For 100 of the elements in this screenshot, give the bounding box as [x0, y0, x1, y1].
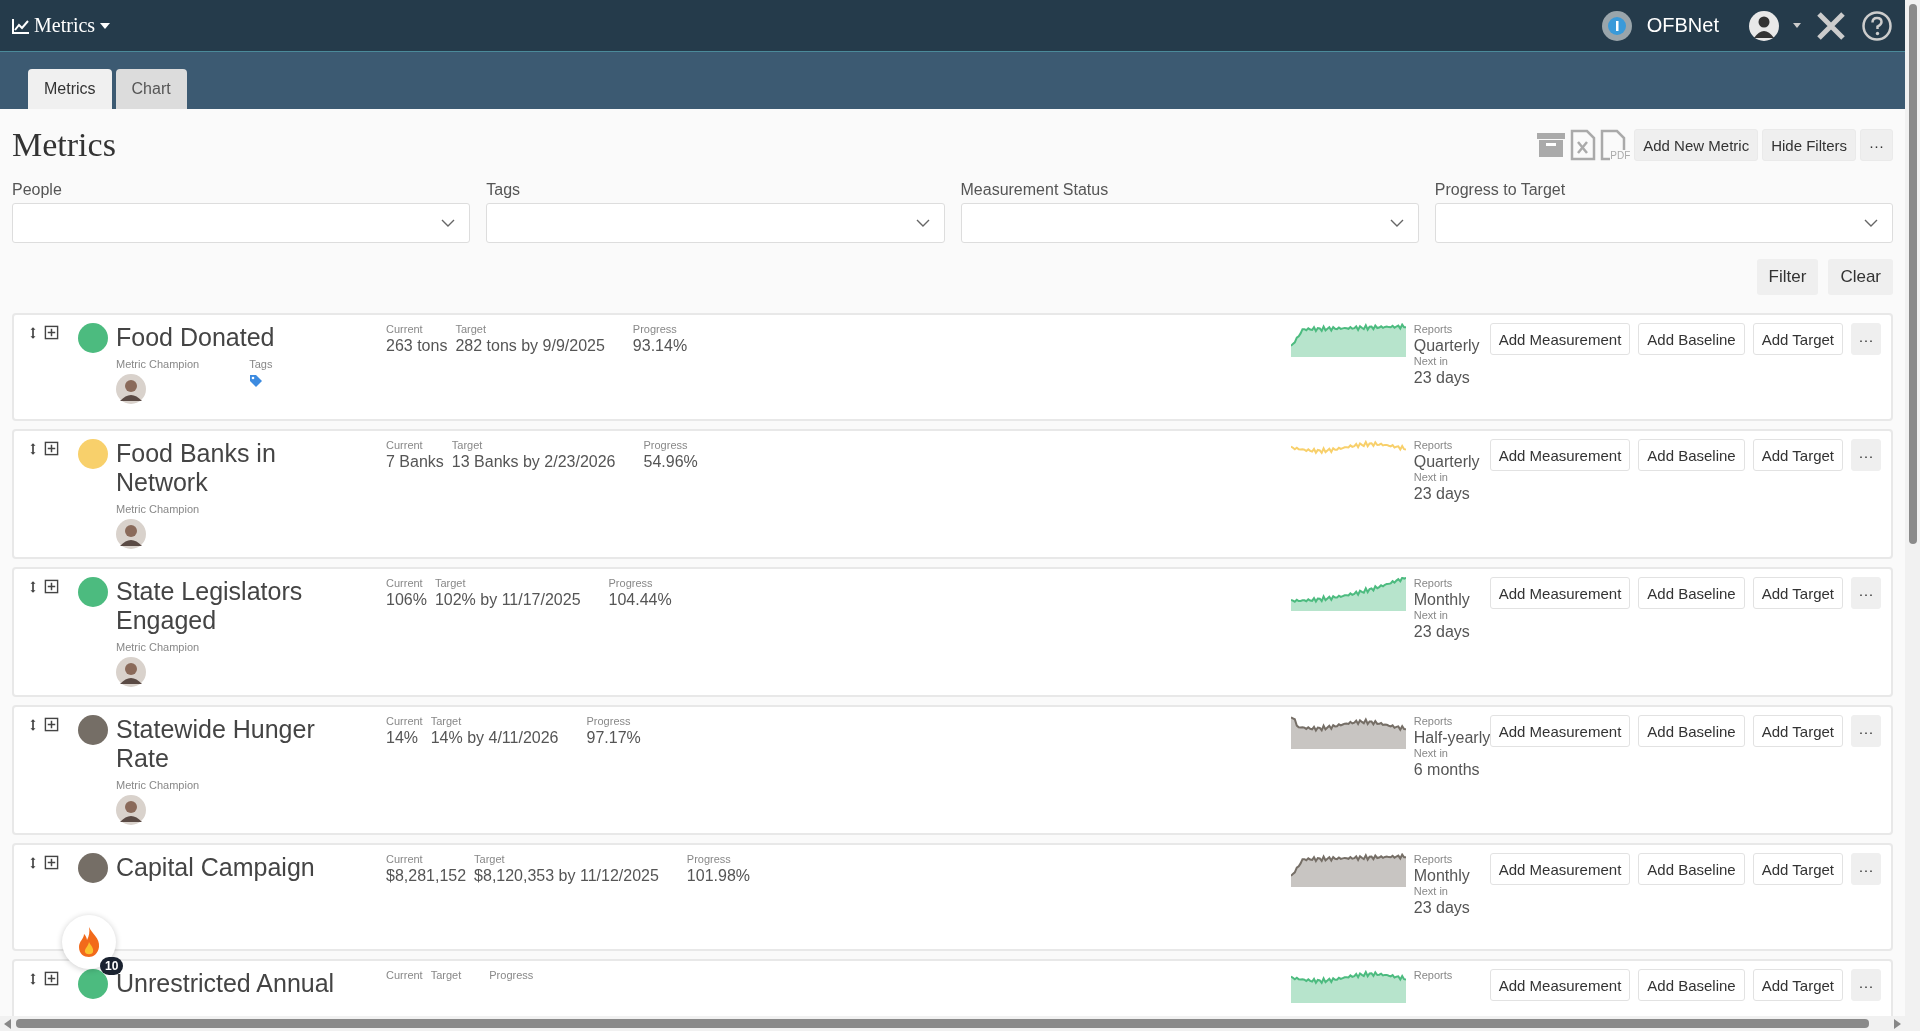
organization-name: OFBNet	[1646, 14, 1719, 37]
row-action-button[interactable]: Add Baseline	[1638, 969, 1745, 1001]
avatar-icon	[116, 657, 146, 687]
field-label: Next in	[1413, 885, 1449, 897]
field-label: Progress	[632, 323, 678, 335]
scrollbar-thumb[interactable]	[16, 1019, 1869, 1028]
excel-icon[interactable]	[1570, 129, 1597, 161]
filter-button[interactable]: Clear	[1828, 259, 1893, 295]
metric-name[interactable]: Statewide Hunger Rate	[116, 715, 366, 773]
row-action-button[interactable]: Add Measurement	[1489, 715, 1631, 747]
row-action-button[interactable]: Add Target	[1752, 969, 1843, 1001]
row-action-button[interactable]: Add Baseline	[1638, 439, 1745, 471]
field-label: Next in	[1413, 471, 1449, 483]
expand-icon	[44, 971, 59, 986]
row-action-button[interactable]: Add Measurement	[1489, 577, 1631, 609]
field-label: Reports	[1413, 715, 1454, 727]
page-title: Metrics	[12, 126, 116, 164]
field-value: Quarterly	[1413, 337, 1481, 355]
tag-icon[interactable]	[249, 374, 264, 388]
more-button[interactable]: ···	[1851, 969, 1881, 1001]
badge-icon[interactable]	[1600, 9, 1633, 42]
toolbar-button[interactable]: Add New Metric	[1634, 129, 1759, 161]
field-label: Current	[386, 323, 424, 335]
more-button[interactable]: ···	[1851, 715, 1881, 747]
expand-icon	[44, 325, 59, 340]
field-label: Reports	[1413, 969, 1454, 981]
field-value: 23 days	[1413, 899, 1471, 917]
row-action-button[interactable]: Add Target	[1752, 853, 1843, 885]
more-button[interactable]: ···	[1851, 323, 1881, 355]
reorder-icon	[28, 855, 38, 871]
expand-icon	[44, 855, 59, 870]
reorder-icon	[28, 441, 38, 457]
field-label: Target	[455, 323, 487, 335]
row-action-button[interactable]: Add Target	[1752, 577, 1843, 609]
row-action-button[interactable]: Add Measurement	[1489, 323, 1631, 355]
row-action-button[interactable]: Add Measurement	[1489, 439, 1631, 471]
field-value: Half-yearly	[1413, 729, 1490, 747]
chevron-icon	[441, 219, 456, 227]
row-action-button[interactable]: Add Target	[1752, 439, 1843, 471]
metric-name[interactable]: Capital Campaign	[116, 853, 366, 882]
field-value: 102% by 11/17/2025	[434, 591, 581, 609]
expand-icon	[44, 441, 59, 456]
toolbar-button[interactable]: Hide Filters	[1762, 129, 1856, 161]
flame-icon	[76, 926, 102, 958]
row-action-button[interactable]: Add Baseline	[1638, 715, 1745, 747]
scrollbar-thumb[interactable]	[1908, 4, 1917, 544]
field-label: Target	[434, 577, 467, 589]
row-action-button[interactable]: Add Target	[1752, 323, 1843, 355]
row-action-button[interactable]: Add Target	[1752, 715, 1843, 747]
field-value: Monthly	[1413, 867, 1471, 885]
help-icon[interactable]	[1861, 9, 1893, 42]
filter-label: Tags	[486, 181, 522, 199]
filter-button[interactable]: Filter	[1756, 259, 1819, 295]
metric-name[interactable]: Food Banks in Network	[116, 439, 366, 497]
filter-label: Progress to Target	[1434, 181, 1567, 199]
row-action-button[interactable]: Add Baseline	[1638, 853, 1745, 885]
chevron-icon	[1864, 219, 1878, 227]
field-value: 13 Banks by 2/23/2026	[451, 453, 616, 471]
filter-label: People	[12, 181, 63, 199]
field-value: $8,281,152	[386, 867, 467, 885]
field-value: 97.17%	[586, 729, 641, 747]
row-action-button[interactable]: Add Measurement	[1489, 969, 1631, 1001]
avatar-icon[interactable]	[1749, 10, 1779, 41]
field-label: Target	[474, 853, 506, 865]
metric-name[interactable]: Food Donated	[116, 323, 366, 352]
field-value: 7 Banks	[386, 453, 444, 471]
field-label: Progress	[586, 715, 632, 727]
field-label: Reports	[1413, 323, 1454, 335]
scroll-right-icon[interactable]	[1893, 1018, 1901, 1029]
reorder-icon	[28, 325, 38, 341]
row-action-button[interactable]: Add Measurement	[1489, 853, 1631, 885]
more-button[interactable]: ···	[1851, 439, 1881, 471]
field-label: Metric Champion	[116, 641, 200, 653]
field-label: Current	[386, 577, 424, 589]
more-button[interactable]: ···	[1860, 129, 1893, 161]
filter-label: Measurement Status	[960, 181, 1110, 199]
archive-icon[interactable]	[1536, 130, 1567, 160]
row-action-button[interactable]: Add Baseline	[1638, 577, 1745, 609]
app-menu[interactable]: Metrics	[12, 14, 112, 37]
expand-icon	[44, 717, 59, 732]
tab[interactable]: Metrics	[28, 69, 112, 109]
more-button[interactable]: ···	[1851, 853, 1881, 885]
field-label: Current	[386, 969, 423, 981]
field-label: Progress	[489, 969, 534, 981]
field-value: 101.98%	[686, 867, 750, 885]
metric-name[interactable]: State Legislators Engaged	[116, 577, 366, 635]
more-button[interactable]: ···	[1851, 577, 1881, 609]
field-value: 6 months	[1413, 761, 1481, 779]
field-label: Progress	[686, 853, 732, 865]
scroll-left-icon[interactable]	[4, 1018, 12, 1029]
field-label: Next in	[1413, 355, 1449, 367]
field-label: Reports	[1413, 577, 1454, 589]
field-value: 23 days	[1413, 369, 1471, 387]
field-value: 14% by 4/11/2026	[430, 729, 559, 747]
field-value: $8,120,353 by 11/12/2025	[474, 867, 659, 885]
row-action-button[interactable]: Add Baseline	[1638, 323, 1745, 355]
caret-icon[interactable]	[1793, 23, 1801, 28]
tab[interactable]: Chart	[115, 69, 187, 109]
field-value: 14%	[386, 729, 420, 747]
caret-icon	[99, 21, 112, 30]
